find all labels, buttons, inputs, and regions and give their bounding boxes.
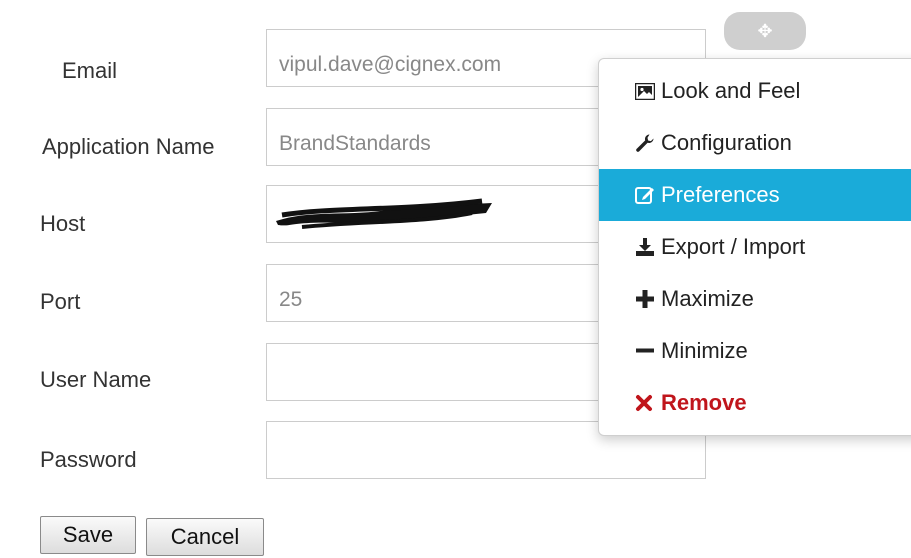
plus-icon (635, 289, 661, 309)
redaction-scribble (276, 198, 492, 229)
user-name-label: User Name (40, 367, 152, 392)
move-handle-button[interactable]: ✥ (724, 12, 806, 50)
email-label: Email (62, 58, 118, 83)
menu-item-look-and-feel[interactable]: Look and Feel (599, 65, 911, 117)
menu-item-minimize[interactable]: Minimize (599, 325, 911, 377)
edit-icon (635, 185, 661, 205)
menu-item-label: Minimize (661, 338, 748, 363)
portlet-options-menu: Look and Feel Configuration Preferences … (598, 58, 911, 436)
menu-item-remove[interactable]: Remove (599, 377, 911, 429)
menu-item-label: Look and Feel (661, 78, 801, 103)
save-button[interactable]: Save (40, 516, 136, 554)
menu-item-export-import[interactable]: Export / Import (599, 221, 911, 273)
minus-icon (635, 341, 661, 361)
menu-item-configuration[interactable]: Configuration (599, 117, 911, 169)
remove-icon (635, 394, 661, 412)
cancel-button[interactable]: Cancel (146, 518, 264, 556)
menu-item-maximize[interactable]: Maximize (599, 273, 911, 325)
application-name-label: Application Name (42, 134, 215, 159)
port-label: Port (40, 289, 81, 314)
menu-item-label: Remove (661, 390, 747, 415)
menu-item-label: Export / Import (661, 234, 806, 259)
host-label: Host (40, 211, 86, 236)
menu-item-label: Configuration (661, 130, 792, 155)
menu-item-label: Maximize (661, 286, 754, 311)
download-icon (635, 237, 661, 257)
password-label: Password (40, 447, 137, 472)
wrench-icon (635, 133, 661, 153)
image-icon (635, 82, 661, 100)
menu-item-preferences[interactable]: Preferences (599, 169, 911, 221)
move-icon: ✥ (757, 20, 773, 41)
menu-item-label: Preferences (661, 182, 780, 207)
